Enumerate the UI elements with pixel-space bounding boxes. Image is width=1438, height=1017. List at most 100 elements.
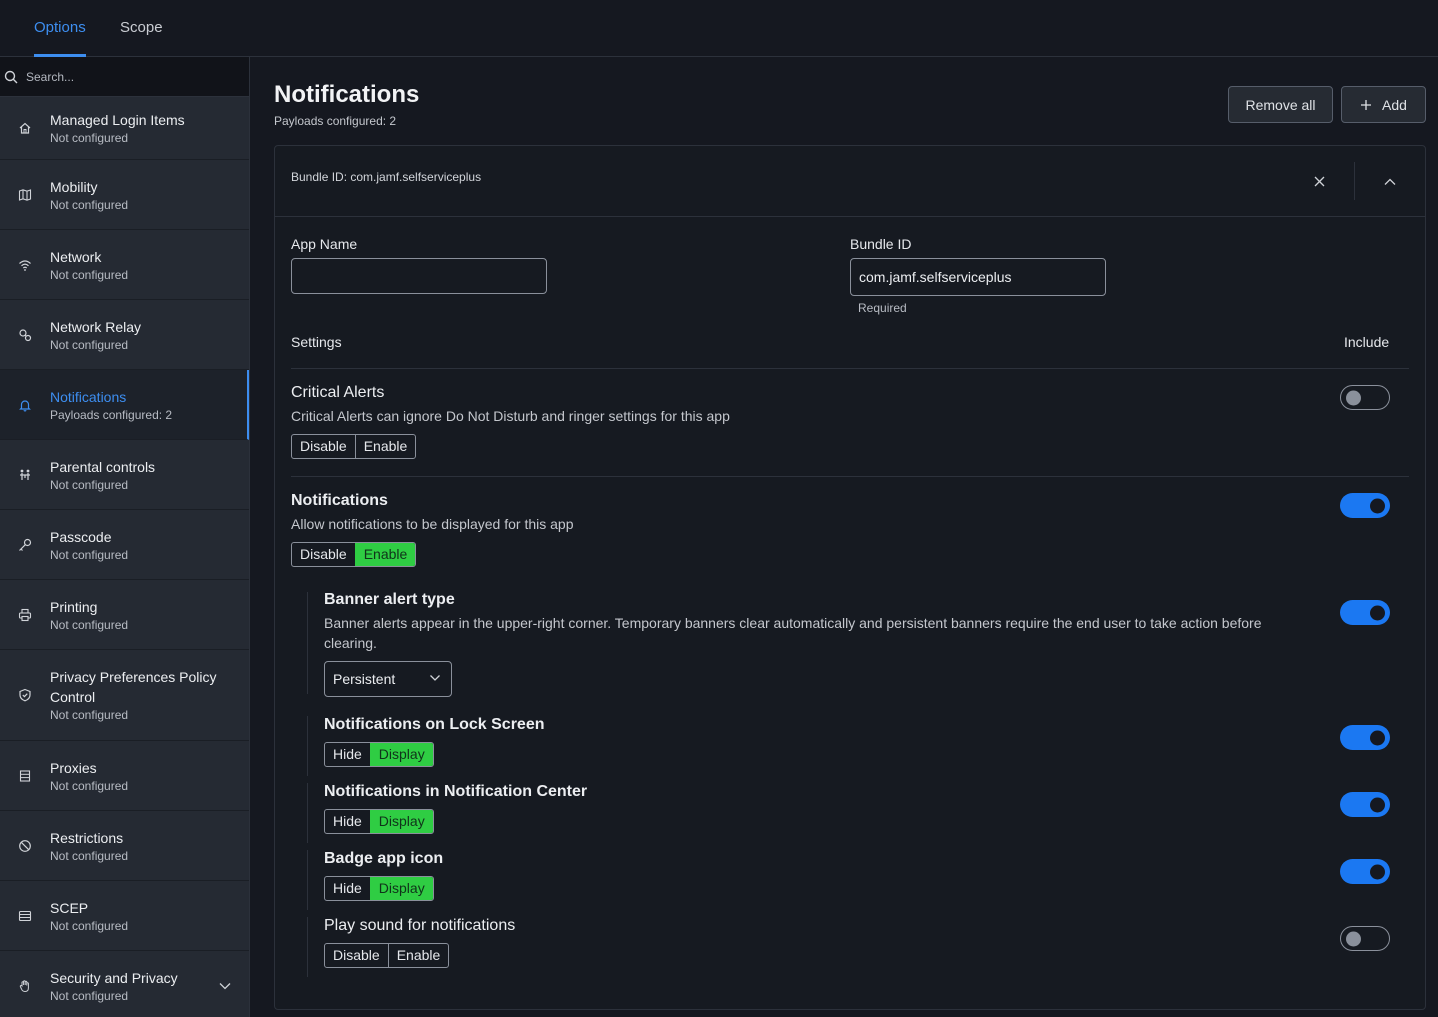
banner-alert-select[interactable]: Persistent	[324, 661, 452, 697]
toggle-knob	[1370, 864, 1385, 879]
banner-alert-desc: Banner alerts appear in the upper-right …	[324, 615, 1262, 651]
sidebar-item-status: Not configured	[50, 918, 129, 933]
sidebar-item-status: Not configured	[50, 131, 129, 145]
banner-alert-title: Banner alert type	[324, 591, 455, 608]
bundle-id-input[interactable]	[850, 258, 1106, 296]
page-subtitle: Payloads configured: 2	[274, 114, 397, 128]
critical-alerts-title: Critical Alerts	[291, 384, 385, 401]
chevron-down-icon[interactable]	[219, 982, 231, 990]
nest-line	[307, 917, 308, 977]
tab-scope[interactable]: Scope	[120, 0, 163, 57]
sidebar-item-label: Restrictions	[50, 829, 124, 846]
sidebar-item-scep[interactable]: SCEP Not configured	[0, 881, 249, 951]
sidebar-item-status: Not configured	[50, 197, 129, 212]
notifications-include-toggle[interactable]	[1340, 493, 1390, 518]
remove-all-button[interactable]: Remove all	[1228, 86, 1333, 123]
notifications-desc: Allow notifications to be displayed for …	[291, 516, 574, 532]
lock-screen-include-toggle[interactable]	[1340, 725, 1390, 750]
top-tab-bar: Options Scope	[0, 0, 1438, 57]
banner-alert-value: Persistent	[333, 671, 396, 687]
lock-screen-hide-option[interactable]: Hide	[325, 743, 370, 766]
close-icon[interactable]	[1284, 146, 1354, 217]
wifi-icon	[0, 258, 50, 272]
notification-center-include-toggle[interactable]	[1340, 792, 1390, 817]
sidebar-item-notifications[interactable]: Notifications Payloads configured: 2	[0, 370, 249, 440]
sidebar-item-restrictions[interactable]: Restrictions Not configured	[0, 811, 249, 881]
sidebar-item-status: Not configured	[50, 778, 129, 793]
server-icon	[0, 769, 50, 783]
notification-center-hide-option[interactable]: Hide	[325, 810, 370, 833]
add-button[interactable]: Add	[1341, 86, 1426, 123]
banner-alert-include-toggle[interactable]	[1340, 600, 1390, 625]
toggle-knob	[1346, 931, 1361, 946]
sidebar-item-label: Proxies	[50, 759, 97, 776]
search-input[interactable]	[26, 69, 226, 84]
notifications-enable-option[interactable]: Enable	[354, 543, 416, 566]
main-panel: Notifications Payloads configured: 2 Rem…	[250, 57, 1438, 1017]
sound-disable-option[interactable]: Disable	[325, 944, 388, 967]
hand-icon	[0, 979, 50, 993]
critical-alerts-segmented: Disable Enable	[291, 434, 417, 459]
badge-hide-option[interactable]: Hide	[325, 877, 370, 900]
badge-title: Badge app icon	[324, 850, 444, 867]
badge-display-option[interactable]: Display	[369, 877, 433, 900]
relay-icon	[0, 328, 50, 342]
sidebar-item-label: Network	[50, 248, 102, 265]
critical-alerts-disable-option[interactable]: Disable	[292, 435, 355, 458]
sidebar-item-proxies[interactable]: Proxies Not configured	[0, 741, 249, 811]
search-icon	[4, 70, 18, 84]
block-icon	[0, 839, 50, 853]
bundle-id-label: Bundle ID	[850, 236, 912, 252]
sidebar-item-managed-login-items[interactable]: Managed Login Items Not configured	[0, 97, 249, 160]
sidebar-item-label: SCEP	[50, 899, 89, 916]
chevron-up-icon[interactable]	[1355, 146, 1425, 217]
badge-include-toggle[interactable]	[1340, 859, 1390, 884]
sidebar-item-privacy-preferences[interactable]: Privacy Preferences Policy Control Not co…	[0, 650, 249, 741]
lock-screen-segmented: Hide Display	[324, 742, 434, 767]
sidebar: Managed Login Items Not configured Mobili…	[0, 57, 250, 1017]
notification-center-title: Notifications in Notification Center	[324, 783, 588, 800]
lock-screen-display-option[interactable]: Display	[369, 743, 433, 766]
toggle-knob	[1370, 605, 1385, 620]
badge-segmented: Hide Display	[324, 876, 434, 901]
settings-divider	[291, 368, 1409, 369]
section-divider	[291, 476, 1409, 477]
tab-options[interactable]: Options	[34, 0, 86, 57]
sidebar-item-label: Notifications	[50, 388, 127, 405]
sidebar-item-status: Not configured	[50, 848, 129, 863]
nest-line	[307, 783, 308, 843]
sidebar-item-mobility[interactable]: Mobility Not configured	[0, 160, 249, 230]
sidebar-item-parental-controls[interactable]: Parental controls Not configured	[0, 440, 249, 510]
toggle-knob	[1346, 390, 1361, 405]
sidebar-item-label: Network Relay	[50, 318, 142, 335]
sidebar-item-network-relay[interactable]: Network Relay Not configured	[0, 300, 249, 370]
search-box	[0, 57, 249, 97]
sidebar-item-passcode[interactable]: Passcode Not configured	[0, 510, 249, 580]
map-icon	[0, 188, 50, 202]
toggle-knob	[1370, 730, 1385, 745]
sidebar-item-printing[interactable]: Printing Not configured	[0, 580, 249, 650]
notifications-segmented: Disable Enable	[291, 542, 417, 567]
sidebar-item-status: Payloads configured: 2	[50, 407, 173, 422]
sidebar-item-status: Not configured	[50, 988, 129, 1003]
sidebar-item-security-privacy[interactable]: Security and Privacy Not configured	[0, 951, 249, 1017]
bundle-id-helper: Required	[858, 301, 907, 315]
shield-icon	[0, 688, 50, 702]
sidebar-item-network[interactable]: Network Not configured	[0, 230, 249, 300]
key-icon	[0, 538, 50, 552]
critical-alerts-include-toggle[interactable]	[1340, 385, 1390, 410]
page-title: Notifications	[274, 81, 420, 108]
notifications-disable-option[interactable]: Disable	[292, 543, 355, 566]
sidebar-item-label: Managed Login Items	[50, 112, 185, 128]
sound-enable-option[interactable]: Enable	[387, 944, 449, 967]
app-name-input[interactable]	[291, 258, 547, 294]
printer-icon	[0, 608, 50, 622]
sound-include-toggle[interactable]	[1340, 926, 1390, 951]
notification-center-display-option[interactable]: Display	[369, 810, 433, 833]
nest-line	[307, 850, 308, 910]
app-name-label: App Name	[291, 236, 358, 252]
bell-icon	[0, 398, 50, 412]
critical-alerts-enable-option[interactable]: Enable	[354, 435, 416, 458]
sound-segmented: Disable Enable	[324, 943, 450, 968]
chevron-down-icon	[429, 672, 441, 684]
